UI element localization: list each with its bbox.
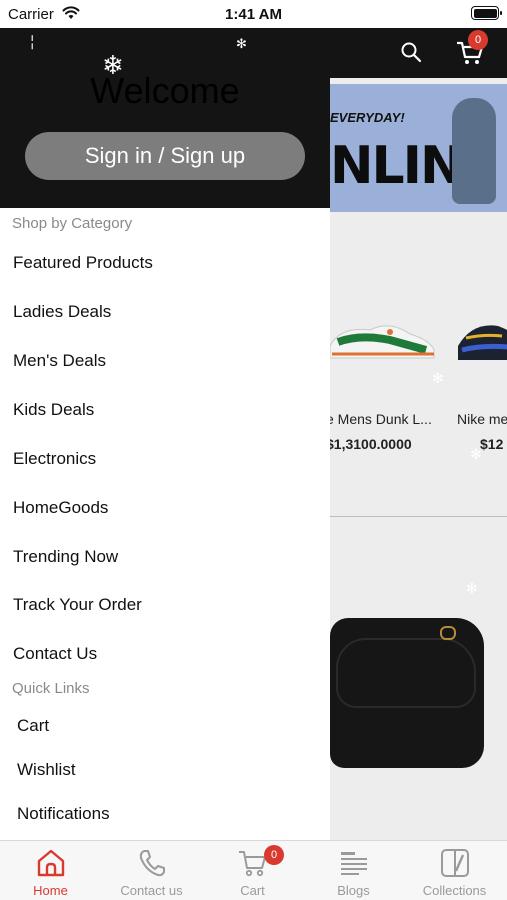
snowflake-icon: ╎ [28,34,37,50]
menu-item-mens-deals[interactable]: Men's Deals [13,351,106,371]
phone-icon [139,850,165,877]
tab-cart[interactable]: 0 Cart [202,841,303,900]
quick-links-title: Quick Links [12,680,90,697]
menu-item-track-your-order[interactable]: Track Your Order [13,595,142,615]
battery-icon [471,6,502,20]
snowflake-icon: ✻ [236,36,247,51]
banner-figure [452,98,496,204]
tab-contact-us[interactable]: Contact us [101,841,202,900]
signin-button[interactable]: Sign in / Sign up [25,132,305,180]
product-name[interactable]: e Mens Dunk L... [330,411,432,427]
blogs-icon [341,852,367,875]
tab-label: Contact us [120,883,183,898]
product-image-dunk[interactable] [330,316,440,364]
menu-item-trending-now[interactable]: Trending Now [13,547,118,567]
home-content: EVERYDAY! NLINE e Mens Dunk L... $1,3100… [330,78,507,840]
menu-item-ladies-deals[interactable]: Ladies Deals [13,302,111,322]
product-name[interactable]: Nike me [457,411,507,427]
tab-home[interactable]: Home [0,841,101,900]
menu-item-kids-deals[interactable]: Kids Deals [13,400,94,420]
quick-link-notifications[interactable]: Notifications [17,804,110,824]
snowflake-icon: ✻ [432,370,444,386]
quick-link-cart[interactable]: Cart [17,716,49,736]
product-image-nike[interactable] [458,316,507,364]
menu-item-homegoods[interactable]: HomeGoods [13,498,108,518]
header-cart-badge: 0 [468,30,488,50]
product-price: $1,3100.0000 [330,436,412,452]
shop-by-category-title: Shop by Category [12,215,133,232]
bag-clasp-detail [440,626,456,640]
section-divider [330,516,507,517]
tab-label: Cart [240,883,265,898]
banner-top-text: EVERYDAY! [330,110,405,125]
tab-label: Collections [422,883,487,898]
snowflake-icon: ✻ [470,446,482,462]
cart-badge: 0 [264,845,284,865]
tab-label: Home [33,883,68,898]
collections-icon [441,849,469,877]
menu-item-featured-products[interactable]: Featured Products [13,253,153,273]
side-drawer: ╎ ✻ ❄ Welcome Sign in / Sign up Shop by … [0,28,330,840]
menu-item-electronics[interactable]: Electronics [13,449,96,469]
search-icon[interactable] [400,41,422,63]
tab-label: Blogs [337,883,370,898]
bottom-tab-bar: Home Contact us 0 Cart Blogs Collections [0,840,507,900]
product-price: $12 [480,436,504,452]
drawer-header: ╎ ✻ ❄ Welcome Sign in / Sign up [0,28,330,208]
snowflake-icon: ✻ [466,580,478,596]
menu-item-contact-us[interactable]: Contact Us [13,644,97,664]
status-bar: Carrier 1:41 AM [0,0,507,28]
home-icon [37,849,65,877]
quick-link-wishlist[interactable]: Wishlist [17,760,76,780]
clock: 1:41 AM [225,6,282,23]
promo-banner[interactable]: EVERYDAY! NLINE [330,84,507,212]
tab-blogs[interactable]: Blogs [303,841,404,900]
tab-collections[interactable]: Collections [404,841,505,900]
welcome-title: Welcome [90,70,240,111]
bag-flap-detail [336,638,476,708]
